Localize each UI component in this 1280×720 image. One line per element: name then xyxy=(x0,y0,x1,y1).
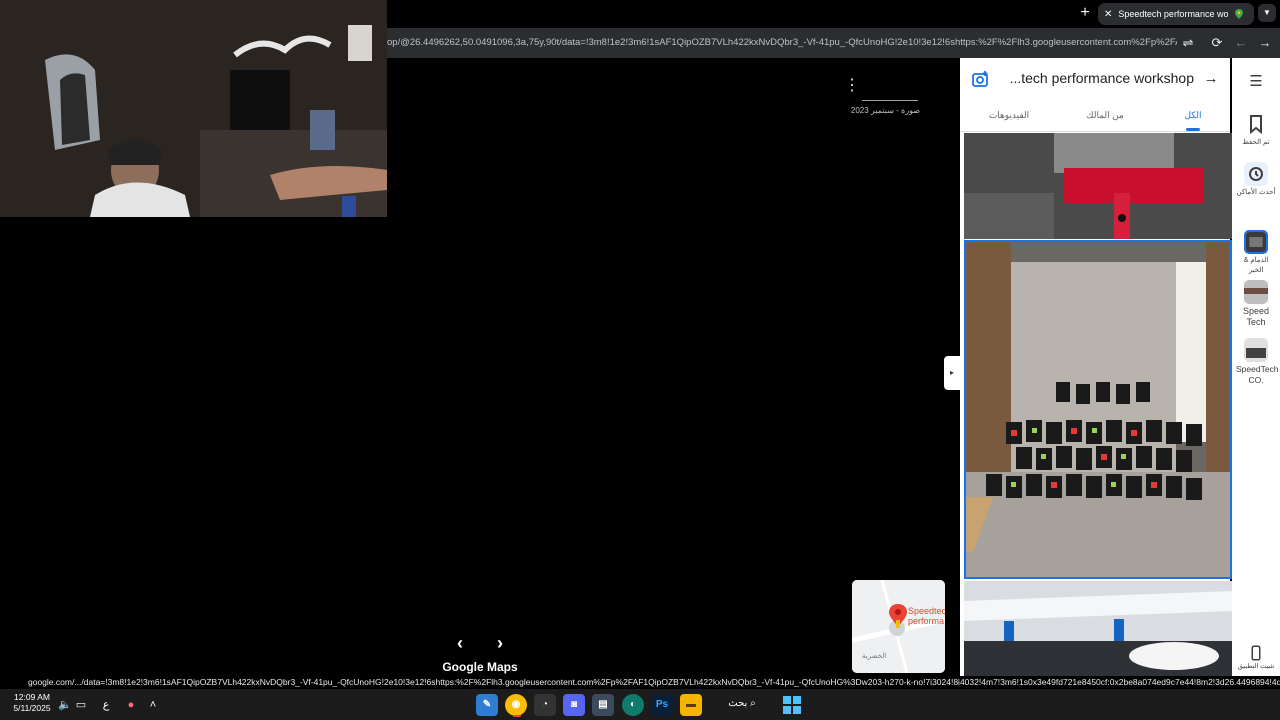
place-thumbnail xyxy=(1244,230,1268,254)
rail-item-recent-place[interactable]: الدمام & الخبر xyxy=(1236,230,1276,276)
rail-label: Speed Tech xyxy=(1242,306,1270,327)
close-tab-icon[interactable]: ✕ xyxy=(1104,9,1112,20)
mini-map[interactable]: Speedtech performa الخضرية xyxy=(852,580,945,673)
photo-thumbnail-selected[interactable] xyxy=(964,240,1232,579)
browser-tab[interactable]: ✕ Speedtech performance worksh xyxy=(1098,3,1254,25)
phone-icon xyxy=(1251,645,1261,661)
rail-label: تم الحفظ xyxy=(1242,139,1270,146)
back-icon[interactable]: → xyxy=(1255,33,1275,53)
search-label: بحث xyxy=(728,698,748,709)
edge-icon[interactable]: ◐ xyxy=(622,694,644,716)
tab-by-owner[interactable]: من المالك xyxy=(1070,110,1140,121)
webcam-image xyxy=(0,0,387,217)
taskbar-clock[interactable]: 12:09 AM 5/11/2025 xyxy=(8,692,56,714)
collapse-panel-button[interactable]: ▸ xyxy=(944,356,960,390)
language-indicator[interactable]: ع xyxy=(98,697,114,713)
map-place-label: Speedtech xyxy=(908,606,945,616)
rail-label: تثبيت التطبيق xyxy=(1237,663,1275,670)
tray-chevron-icon[interactable]: ˄ xyxy=(145,697,161,713)
back-arrow-icon[interactable]: → xyxy=(1202,70,1220,88)
rail-item-saved[interactable]: تم الحفظ xyxy=(1236,112,1276,148)
chrome-icon[interactable]: ◉ xyxy=(505,694,527,716)
rail-label: أحدث الأماكن xyxy=(1236,189,1276,196)
more-options-icon[interactable]: ⋮ xyxy=(844,76,860,96)
webcam-overlay xyxy=(0,0,387,217)
file-explorer-icon[interactable]: ▬ xyxy=(680,694,702,716)
photoshop-icon[interactable]: Ps xyxy=(651,694,673,716)
running-indicator xyxy=(513,715,521,717)
window-app-icon[interactable]: ▤ xyxy=(592,694,614,716)
map-place-label: performa xyxy=(908,616,945,626)
install-icon[interactable]: ⇌ xyxy=(1178,33,1198,53)
menu-icon[interactable]: ☰ xyxy=(1246,72,1266,92)
photo-engine-lift xyxy=(964,133,1232,239)
history-icon xyxy=(1244,162,1268,186)
app-icon[interactable]: ✎ xyxy=(476,694,498,716)
date: 5/11/2025 xyxy=(13,703,51,713)
map-area-label: الخضرية xyxy=(862,653,887,660)
network-icon[interactable]: ▭ xyxy=(73,697,89,713)
rail-item-recent-place[interactable]: SpeedTech CO. xyxy=(1236,338,1279,386)
divider xyxy=(960,131,1230,132)
panel-title: ...tech performance workshop xyxy=(1009,70,1194,86)
new-tab-button[interactable]: + xyxy=(1076,4,1094,22)
place-thumbnail xyxy=(1244,338,1268,362)
status-url: google.com/.../data=!3m8!1e2!3m6!1sAF1Qi… xyxy=(0,676,1280,688)
rail-label: الدمام & الخبر xyxy=(1243,257,1269,274)
tab-videos[interactable]: الفيديوهات xyxy=(974,110,1044,121)
tab-all[interactable]: الكل xyxy=(1158,110,1228,121)
photo-shipment-containers xyxy=(966,242,1230,577)
microphone-icon[interactable]: ● xyxy=(123,697,139,713)
rail-item-recents[interactable]: أحدث الأماكن xyxy=(1236,162,1276,198)
rail-label: SpeedTech CO. xyxy=(1236,364,1279,385)
add-photo-icon[interactable] xyxy=(972,70,990,88)
place-thumbnail xyxy=(1244,280,1268,304)
tab-title: Speedtech performance worksh xyxy=(1118,9,1229,19)
maps-favicon-icon xyxy=(1235,9,1244,19)
time: 12:09 AM xyxy=(14,692,50,702)
windows-start-icon[interactable] xyxy=(781,694,803,716)
taskbar-search[interactable]: بحث ⌕ xyxy=(712,694,772,714)
tab-search-icon[interactable]: ▼ xyxy=(1258,4,1276,22)
next-photo-button[interactable]: › xyxy=(490,633,510,653)
speedometer-app-icon[interactable]: ◔ xyxy=(534,694,556,716)
bookmark-icon xyxy=(1250,115,1262,135)
forward-icon[interactable]: ← xyxy=(1231,33,1251,53)
address-bar[interactable]: op/@26.4496262,50.0491096,3a,75y,90t/dat… xyxy=(387,34,1177,52)
photo-garage-interior xyxy=(964,581,1232,678)
previous-photo-button[interactable]: ‹ xyxy=(450,633,470,653)
google-maps-logo: Google Maps xyxy=(442,660,518,674)
volume-icon[interactable]: 🔈 xyxy=(57,697,73,713)
reload-icon[interactable]: ⟳ xyxy=(1207,33,1227,53)
photo-date: صورة - سبتمبر 2023 xyxy=(850,106,920,115)
photo-thumbnail[interactable] xyxy=(964,581,1232,678)
discord-icon[interactable]: ◙ xyxy=(563,694,585,716)
divider xyxy=(862,100,918,101)
rail-item-recent-place[interactable]: Speed Tech xyxy=(1236,280,1276,328)
rail-item-install-app[interactable]: تثبيت التطبيق xyxy=(1236,644,1276,672)
photo-thumbnail[interactable] xyxy=(964,133,1232,239)
